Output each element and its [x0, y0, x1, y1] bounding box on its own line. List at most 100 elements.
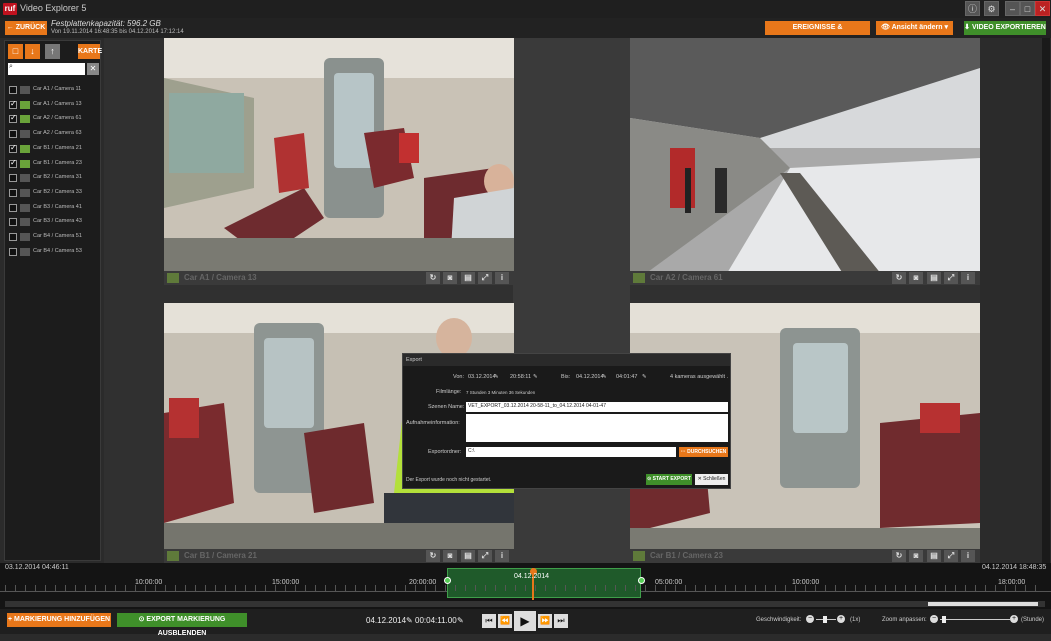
zoom-plus-icon[interactable]: + [1010, 615, 1018, 623]
close-button[interactable]: ✕ [1035, 1, 1050, 16]
recording-info-input[interactable] [466, 414, 728, 442]
arrow-down-icon[interactable]: ↓ [25, 44, 40, 59]
speed-plus-icon[interactable]: + [837, 615, 845, 623]
camera-checkbox[interactable] [9, 203, 17, 212]
select-all-icon[interactable]: □ [8, 44, 23, 59]
camera-list-item[interactable]: Car B2 / Camera 31 [7, 171, 99, 185]
back-button[interactable]: ← ZURÜCK [5, 21, 47, 35]
clear-search-icon[interactable]: ✕ [87, 63, 99, 75]
von-date[interactable]: 03.12.2014 [468, 374, 496, 380]
snapshot-icon[interactable]: ◙ [443, 550, 457, 562]
gear-icon[interactable]: ⚙ [984, 1, 999, 16]
camera-list-item[interactable]: ✓ Car B1 / Camera 21 [7, 142, 99, 156]
camera-list-item[interactable]: Car B3 / Camera 41 [7, 201, 99, 215]
map-button[interactable]: KARTE [78, 44, 102, 59]
fullscreen-icon[interactable]: ⤢ [478, 272, 492, 284]
bis-time[interactable]: 04:01:47 [616, 374, 637, 380]
camera-list-item[interactable]: ✓ Car A2 / Camera 61 [7, 112, 99, 126]
zoom-minus-icon[interactable]: − [930, 615, 938, 623]
close-dialog-button[interactable]: ✕ Schließen [695, 474, 728, 485]
von-time[interactable]: 20:58:11 [510, 374, 531, 380]
fullscreen-icon[interactable]: ⤢ [944, 272, 958, 284]
arrow-up-icon[interactable]: ↑ [45, 44, 60, 59]
edit-icon[interactable]: ✎ [533, 374, 538, 380]
camera-list-item[interactable]: Car B4 / Camera 51 [7, 230, 99, 244]
camera-checkbox[interactable] [9, 86, 17, 94]
horizontal-scrollbar[interactable] [5, 601, 1045, 607]
print-icon[interactable]: ▤ [461, 550, 475, 562]
camera-checkbox[interactable]: ✓ [9, 99, 17, 109]
snapshot-icon[interactable]: ◙ [909, 550, 923, 562]
fast-forward-icon[interactable]: ⏩ [538, 614, 552, 628]
browse-button[interactable]: ··· DURCHSUCHEN [679, 447, 728, 457]
camera-list-item[interactable]: Car B3 / Camera 43 [7, 215, 99, 229]
refresh-icon[interactable]: ↻ [892, 550, 906, 562]
timeline-tick [995, 585, 996, 591]
start-export-button[interactable]: ⊙ START EXPORT [646, 474, 692, 485]
fullscreen-icon[interactable]: ⤢ [478, 550, 492, 562]
camera-checkbox[interactable] [9, 233, 17, 241]
export-folder-input[interactable]: C:\ [466, 447, 676, 457]
add-marker-button[interactable]: + MARKIERUNG HINZUFÜGEN [7, 613, 111, 627]
camera-checkbox[interactable] [9, 247, 17, 256]
info-icon[interactable]: ⓘ [965, 1, 980, 16]
camera-checkbox[interactable] [9, 218, 17, 227]
camera-checkbox[interactable]: ✓ [9, 113, 17, 124]
info-icon[interactable]: i [961, 550, 975, 562]
refresh-icon[interactable]: ↻ [426, 272, 440, 284]
timeline[interactable]: 03.12.2014 04:46:11 04.12.2014 18:48:35 … [0, 563, 1051, 609]
camera-checkbox[interactable] [9, 188, 17, 197]
speed-slider-thumb[interactable] [823, 616, 827, 623]
speed-minus-icon[interactable]: − [806, 615, 814, 623]
skip-end-icon[interactable]: ⏭ [554, 614, 568, 628]
edit-icon[interactable]: ✎ [602, 374, 607, 380]
bis-date[interactable]: 04.12.2014 [576, 374, 604, 380]
maximize-button[interactable]: □ [1020, 1, 1035, 16]
video-tile-2[interactable]: Car A2 / Camera 61 ↻ ◙ ▤ ⤢ i [630, 38, 980, 285]
info-icon[interactable]: i [495, 272, 509, 284]
fullscreen-icon[interactable]: ⤢ [944, 550, 958, 562]
camera-list-item[interactable]: Car B2 / Camera 33 [7, 186, 99, 200]
skip-start-icon[interactable]: ⏮ [482, 614, 496, 628]
camera-checkbox[interactable]: ✓ [9, 143, 17, 153]
scrollbar-thumb[interactable] [928, 602, 1038, 606]
camera-list-item[interactable]: ✓ Car A1 / Camera 13 [7, 98, 99, 112]
range-end-handle[interactable] [638, 577, 645, 584]
info-icon[interactable]: i [495, 550, 509, 562]
camera-list-item[interactable]: Car A1 / Camera 11 [7, 83, 99, 97]
timeline-tick [175, 585, 176, 591]
rewind-icon[interactable]: ⏪ [498, 614, 512, 628]
camera-checkbox[interactable] [9, 174, 17, 183]
camera-list-item[interactable]: ✓ Car B1 / Camera 23 [7, 157, 99, 171]
refresh-icon[interactable]: ↻ [892, 272, 906, 284]
camera-checkbox[interactable] [9, 130, 17, 139]
refresh-icon[interactable]: ↻ [426, 550, 440, 562]
hide-export-marker-button[interactable]: ⊙ EXPORT MARKIERUNG AUSBLENDEN [117, 613, 247, 637]
vertical-scrollbar[interactable] [1042, 38, 1050, 563]
print-icon[interactable]: ▤ [927, 272, 941, 284]
camera-list-item[interactable]: Car B4 / Camera 53 [7, 245, 99, 259]
snapshot-icon[interactable]: ◙ [443, 272, 457, 284]
edit-icon[interactable]: ✎ [494, 374, 499, 380]
events-markers-button[interactable]: EREIGNISSE & MARKIERUNGEN [765, 21, 870, 45]
video-export-button[interactable]: ⬇ VIDEO EXPORTIEREN [964, 21, 1046, 35]
zoom-slider-thumb[interactable] [942, 616, 946, 623]
edit-icon[interactable]: ✎ [642, 374, 647, 380]
snapshot-icon[interactable]: ◙ [909, 272, 923, 284]
change-view-button[interactable]: 👁 Ansicht ändern ▾ [876, 21, 953, 35]
camera-search-input[interactable] [8, 63, 85, 75]
range-start-handle[interactable] [444, 577, 451, 584]
timeline-tick [505, 585, 506, 591]
edit-icon[interactable]: ✎ [457, 616, 464, 625]
video-tile-1[interactable]: Car A1 / Camera 13 ↻ ◙ ▤ ⤢ i [164, 38, 514, 285]
camera-checkbox[interactable]: ✓ [9, 158, 17, 168]
camera-list-item[interactable]: Car A2 / Camera 63 [7, 127, 99, 141]
edit-icon[interactable]: ✎ [406, 616, 413, 625]
print-icon[interactable]: ▤ [461, 272, 475, 284]
scene-name-input[interactable]: VET_EXPORT_03.12.2014 20-58-11_to_04.12.… [466, 402, 728, 412]
zoom-slider[interactable] [940, 619, 1010, 620]
minimize-button[interactable]: – [1005, 1, 1020, 16]
info-icon[interactable]: i [961, 272, 975, 284]
print-icon[interactable]: ▤ [927, 550, 941, 562]
play-icon[interactable]: ▶ [514, 611, 536, 631]
